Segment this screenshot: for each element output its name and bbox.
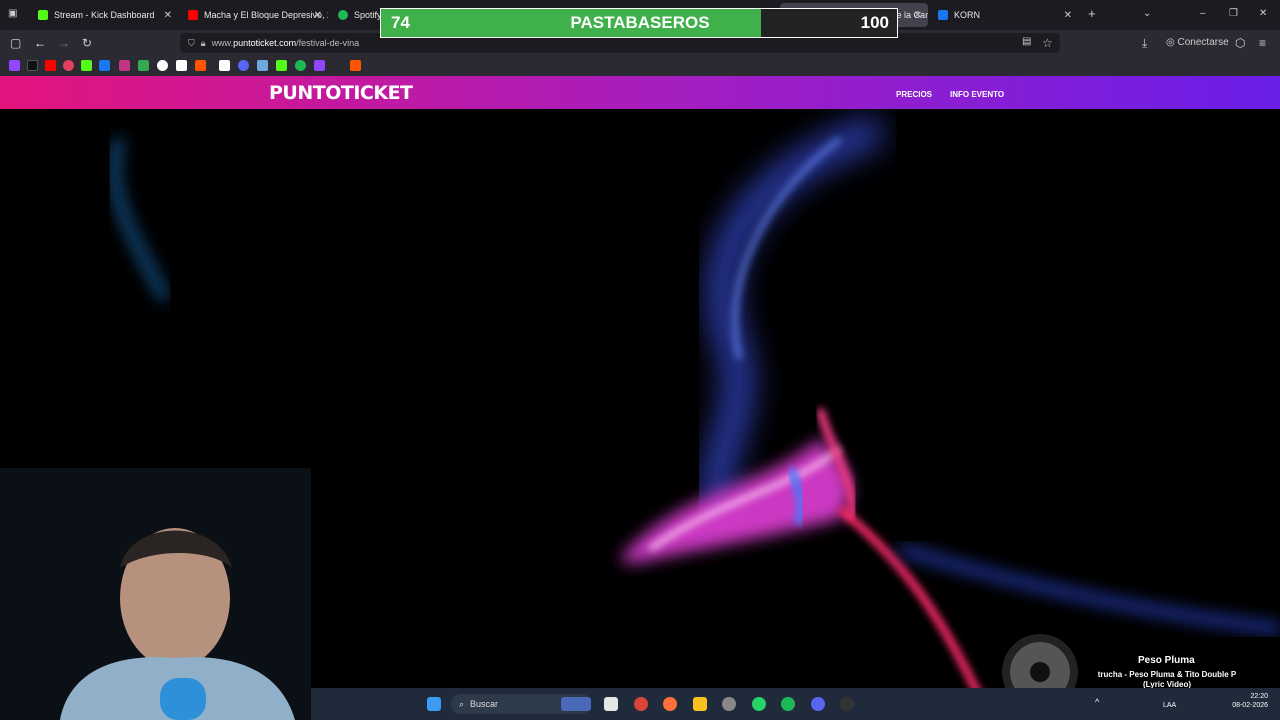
tab-title: Macha y El Bloque Depresivo, 2…: [204, 10, 328, 20]
tab-title: KORN: [954, 10, 981, 20]
bookmark-icon[interactable]: [157, 60, 168, 71]
spotify-icon[interactable]: [781, 697, 795, 711]
spotify-icon[interactable]: [295, 60, 306, 71]
tab-title: Stream - Kick Dashboard: [54, 10, 155, 20]
bookmark-star-icon[interactable]: ☆: [1042, 36, 1053, 50]
bookmark-icon[interactable]: [176, 60, 187, 71]
search-placeholder: Buscar: [470, 699, 499, 709]
discord-icon[interactable]: [811, 697, 825, 711]
restore-button[interactable]: ❐: [1229, 8, 1238, 19]
obs-icon[interactable]: [840, 697, 854, 711]
download-icon[interactable]: ⤓: [1142, 36, 1147, 51]
tab-kick-dashboard[interactable]: Stream - Kick Dashboard ✕: [30, 3, 178, 27]
soundcloud-icon[interactable]: [195, 60, 206, 71]
taskbar-clock[interactable]: 22:20 08-02-2026: [1232, 692, 1268, 710]
now-playing-track: trucha - Peso Pluma & Tito Double P (Lyr…: [1097, 670, 1237, 689]
webcam-image: [0, 468, 311, 720]
tab-list-icon[interactable]: ▣: [8, 8, 17, 19]
sidebar-icon[interactable]: ▢: [10, 36, 21, 50]
settings-icon[interactable]: [722, 697, 736, 711]
spotify-icon: [338, 10, 348, 20]
close-icon[interactable]: ✕: [314, 10, 322, 21]
tiktok-icon[interactable]: [27, 60, 38, 71]
discord-icon[interactable]: [238, 60, 249, 71]
chevron-up-icon[interactable]: ^: [1095, 697, 1099, 707]
bookmark-icon[interactable]: [276, 60, 287, 71]
instagram-icon[interactable]: [119, 60, 130, 71]
page-icon: [938, 10, 948, 20]
tab-youtube[interactable]: Macha y El Bloque Depresivo, 2… ✕: [180, 3, 328, 27]
shield-icon: ⛉: [188, 37, 195, 48]
tab-spotify[interactable]: Spotify: [330, 3, 380, 27]
bookmarks-bar: [0, 56, 1280, 76]
firefox-icon[interactable]: [663, 697, 677, 711]
bookmark-icon[interactable]: [314, 60, 325, 71]
kick-icon: [38, 10, 48, 20]
close-icon[interactable]: ✕: [914, 10, 922, 21]
start-icon[interactable]: [427, 697, 441, 711]
reader-view-icon[interactable]: ▤: [1022, 36, 1031, 47]
tab-korn[interactable]: KORN ✕: [930, 3, 1078, 27]
search-highlight-icon[interactable]: [561, 697, 591, 711]
score-right: 100: [860, 13, 889, 32]
nav-precios[interactable]: PRECIOS: [896, 90, 932, 99]
bookmark-icon[interactable]: [350, 60, 361, 71]
kick-icon[interactable]: [81, 60, 92, 71]
bookmark-icon[interactable]: [257, 60, 268, 71]
chevron-down-icon[interactable]: ⌄: [1143, 8, 1151, 19]
account-button[interactable]: ◎ Conectarse: [1166, 37, 1229, 48]
extensions-icon[interactable]: ⬡: [1235, 36, 1245, 50]
meta-icon[interactable]: [99, 60, 110, 71]
tab-title: Spotify: [354, 10, 380, 20]
menu-icon[interactable]: ≡: [1259, 36, 1266, 50]
lock-icon: 🔒︎: [200, 37, 206, 48]
search-icon: ⌕: [459, 698, 465, 709]
bookmark-icon[interactable]: [219, 60, 230, 71]
webcam-feed: [0, 468, 311, 720]
new-tab-button[interactable]: +: [1088, 6, 1096, 21]
forward-button[interactable]: →: [58, 36, 70, 50]
now-playing-artist: Peso Pluma: [1138, 655, 1195, 666]
puntoticket-logo[interactable]: PUNTOTICKET: [269, 82, 413, 104]
file-explorer-icon[interactable]: [693, 697, 707, 711]
close-icon[interactable]: ✕: [1064, 10, 1072, 21]
back-button[interactable]: ←: [34, 36, 46, 50]
language-indicator[interactable]: LAA: [1163, 702, 1176, 709]
youtube-icon[interactable]: [45, 60, 56, 71]
url-text: www.puntoticket.com/festival-de-vina: [211, 38, 360, 48]
windows-taskbar: ⌕ Buscar ^ LAA: [311, 688, 1280, 720]
drive-icon[interactable]: [138, 60, 149, 71]
bookmark-icon[interactable]: [63, 60, 74, 71]
twitch-icon[interactable]: [9, 60, 20, 71]
account-label: Conectarse: [1177, 37, 1229, 48]
clock-time: 22:20: [1250, 693, 1268, 700]
whatsapp-icon[interactable]: [752, 697, 766, 711]
nav-info-evento[interactable]: INFO EVENTO: [950, 90, 1004, 99]
task-view-icon[interactable]: [604, 697, 618, 711]
minimize-button[interactable]: –: [1200, 8, 1206, 19]
chrome-icon[interactable]: [634, 697, 648, 711]
clock-date: 08-02-2026: [1232, 702, 1268, 709]
youtube-icon: [188, 10, 198, 20]
score-title: PASTABASEROS: [570, 13, 710, 32]
site-header: PUNTOTICKET PRECIOS INFO EVENTO: [0, 76, 1280, 109]
close-icon[interactable]: ✕: [164, 10, 172, 21]
reload-button[interactable]: ↻: [82, 36, 92, 50]
stream-score-overlay: 74 PASTABASEROS 100: [380, 8, 898, 38]
window-close-button[interactable]: ✕: [1259, 8, 1267, 19]
